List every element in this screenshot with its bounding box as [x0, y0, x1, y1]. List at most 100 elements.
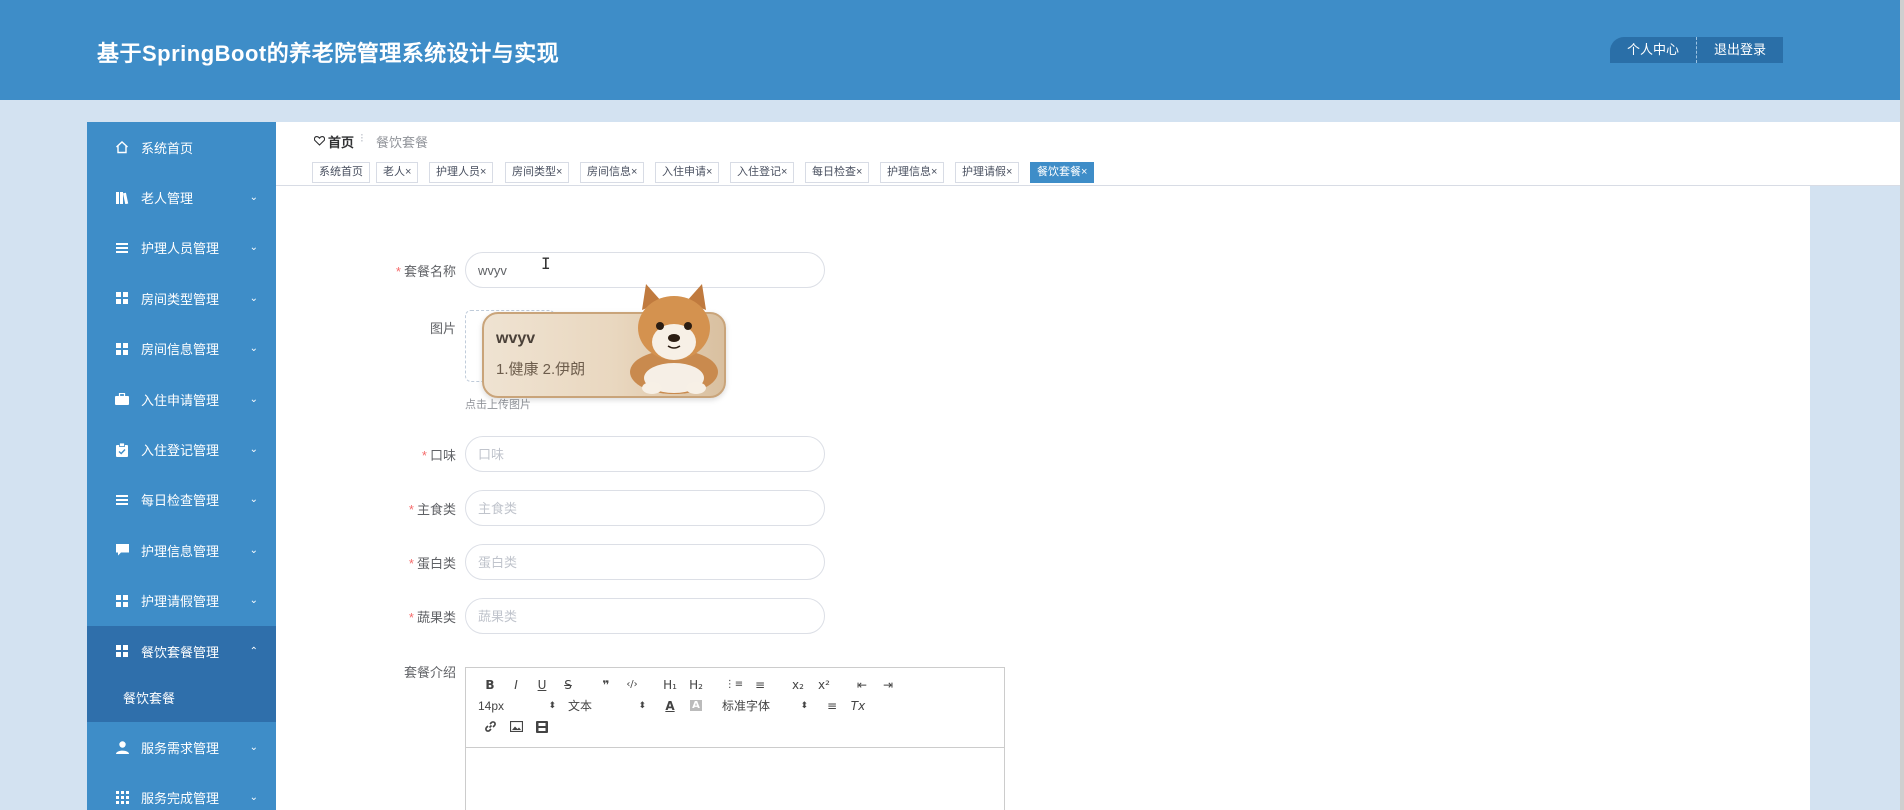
h1-button[interactable]: H₁ — [658, 675, 682, 695]
subscript-button[interactable]: x₂ — [786, 675, 810, 695]
code-button[interactable]: ‹/› — [620, 675, 644, 695]
list-icon — [115, 241, 129, 255]
sidebar-item-label: 服务完成管理 — [141, 791, 220, 807]
block-type-select[interactable]: 文本 ⬍ — [568, 696, 646, 716]
breadcrumb-current: 餐饮套餐 — [376, 135, 429, 150]
sidebar-item-meal-packages[interactable]: 餐饮套餐管理 ⌃ — [87, 625, 276, 677]
select-arrows-icon: ⬍ — [638, 700, 646, 710]
outdent-button[interactable]: ⇤ — [850, 675, 874, 695]
indent-button[interactable]: ⇥ — [876, 675, 900, 695]
select-arrows-icon: ⬍ — [800, 700, 808, 710]
logout-button[interactable]: 退出登录 — [1697, 37, 1784, 63]
form-content: *套餐名称 I 图片 点击上传图片 wvyv 1.健康 2.伊朗 — [276, 186, 1810, 810]
clear-format-button[interactable]: Tx — [846, 696, 870, 716]
sidebar-subitem-meal-package[interactable]: 餐饮套餐 — [87, 676, 276, 723]
grid-icon — [115, 342, 129, 356]
tag-checkin-registrations[interactable]: 入住登记× — [730, 162, 795, 183]
comment-icon — [115, 543, 129, 557]
veg-label: * 蔬果类 — [408, 610, 456, 625]
sidebar-item-checkin-registrations[interactable]: 入住登记管理 ⌄ — [87, 424, 276, 474]
sidebar-item-label: 房间类型管理 — [141, 291, 220, 307]
tag-meal-packages[interactable]: 餐饮套餐× — [1030, 162, 1095, 183]
chevron-down-icon: ⌄ — [249, 494, 258, 506]
sidebar-item-service-completions[interactable]: 服务完成管理 ⌄ — [87, 773, 276, 810]
clipboard-icon — [115, 442, 129, 457]
h2-button[interactable]: H₂ — [684, 675, 708, 695]
sidebar-item-elderly[interactable]: 老人管理 ⌄ — [87, 172, 276, 222]
package-name-label: * 套餐名称 — [395, 264, 456, 279]
toolbar-row-2: 14px ⬍ 文本 ⬍ A A 标准字体 ⬍ ≡ Tx — [478, 695, 994, 716]
font-size-select[interactable]: 14px ⬍ — [478, 696, 556, 716]
tag-system-home[interactable]: 系统首页 — [312, 162, 370, 183]
tag-nursing-info[interactable]: 护理信息× — [880, 162, 945, 183]
superscript-button[interactable]: x² — [812, 675, 836, 695]
sidebar: 系统首页 老人管理 ⌄ 护理人员管理 ⌄ 房间类型管理 ⌄ 房间信息管理 ⌄ 入… — [87, 122, 276, 810]
personal-center-button[interactable]: 个人中心 — [1610, 37, 1698, 63]
sidebar-item-nursing-leave[interactable]: 护理请假管理 ⌄ — [87, 576, 276, 626]
sidebar-item-home[interactable]: 系统首页 — [87, 122, 276, 172]
sidebar-item-label: 房间信息管理 — [141, 342, 220, 358]
tag-elderly[interactable]: 老人× — [376, 162, 419, 183]
rich-text-editor: B I U S ❞ ‹/› H₁ H₂ ⋮≡ ≡ x₂ x² ⇤ ⇥ 14px ⬍ — [465, 667, 1005, 810]
ime-candidate-popup: wvyv 1.健康 2.伊朗 — [482, 284, 726, 398]
sidebar-item-daily-checks[interactable]: 每日检查管理 ⌄ — [87, 475, 276, 525]
bullet-list-button[interactable]: ≡ — [748, 675, 772, 695]
veg-input[interactable] — [465, 598, 825, 634]
chevron-down-icon: ⌄ — [249, 343, 258, 355]
image-icon[interactable] — [504, 717, 528, 737]
video-icon[interactable] — [530, 717, 554, 737]
sidebar-item-label: 护理信息管理 — [141, 543, 220, 559]
align-button[interactable]: ≡ — [820, 696, 844, 716]
sidebar-item-label: 入住申请管理 — [141, 392, 220, 408]
tag-checkin-applications[interactable]: 入住申请× — [655, 162, 720, 183]
font-family-select[interactable]: 标准字体 ⬍ — [722, 696, 808, 716]
upload-tip: 点击上传图片 — [465, 399, 531, 411]
image-label: 图片 — [429, 321, 456, 336]
header-actions: 个人中心 退出登录 — [1610, 37, 1784, 63]
italic-button[interactable]: I — [504, 675, 528, 695]
toolbar-row-3 — [478, 716, 994, 737]
chevron-up-icon: ⌃ — [249, 645, 258, 657]
link-icon[interactable] — [478, 717, 502, 737]
user-icon — [115, 740, 129, 754]
underline-button[interactable]: U — [530, 675, 554, 695]
select-arrows-icon: ⬍ — [548, 700, 556, 710]
sidebar-item-room-types[interactable]: 房间类型管理 ⌄ — [87, 273, 276, 323]
protein-input[interactable] — [465, 544, 825, 580]
heart-icon — [313, 134, 326, 149]
chevron-down-icon: ⌄ — [249, 192, 258, 204]
tag-nurses[interactable]: 护理人员× — [429, 162, 494, 183]
quote-button[interactable]: ❞ — [594, 675, 618, 695]
intro-label: 套餐介绍 — [403, 665, 456, 680]
grid-icon — [115, 791, 129, 805]
sidebar-item-service-requests[interactable]: 服务需求管理 ⌄ — [87, 722, 276, 772]
sidebar-item-rooms[interactable]: 房间信息管理 ⌄ — [87, 324, 276, 374]
sidebar-item-nurses[interactable]: 护理人员管理 ⌄ — [87, 223, 276, 273]
breadcrumb-home[interactable]: 首页 — [313, 132, 354, 151]
tag-room-info[interactable]: 房间信息× — [580, 162, 645, 183]
staple-input[interactable] — [465, 490, 825, 526]
list-icon — [115, 493, 129, 507]
bold-button[interactable]: B — [478, 675, 502, 695]
protein-label: * 蛋白类 — [408, 556, 456, 571]
taste-input[interactable] — [465, 436, 825, 472]
tag-room-types[interactable]: 房间类型× — [505, 162, 570, 183]
main-area: 首页 ⁝ 餐饮套餐 系统首页 老人× 护理人员× 房间类型× 房间信息× 入住申… — [276, 122, 1900, 810]
sidebar-item-label: 老人管理 — [141, 191, 194, 207]
background-color-button[interactable]: A — [684, 696, 708, 716]
grid-icon — [115, 644, 129, 658]
window-scrollbar[interactable] — [1900, 0, 1904, 810]
ordered-list-button[interactable]: ⋮≡ — [722, 675, 746, 695]
tag-nursing-leave[interactable]: 护理请假× — [955, 162, 1020, 183]
sidebar-item-nursing-info[interactable]: 护理信息管理 ⌄ — [87, 525, 276, 575]
strike-button[interactable]: S — [556, 675, 580, 695]
ime-composition: wvyv — [496, 330, 536, 347]
tags-view: 系统首页 老人× 护理人员× 房间类型× 房间信息× 入住申请× 入住登记× 每… — [276, 160, 1900, 186]
sidebar-item-checkin-applications[interactable]: 入住申请管理 ⌄ — [87, 374, 276, 424]
grid-icon — [115, 594, 129, 608]
ime-candidates[interactable]: 1.健康 2.伊朗 — [496, 358, 585, 379]
tag-daily-checks[interactable]: 每日检查× — [805, 162, 870, 183]
sidebar-item-label: 服务需求管理 — [141, 740, 220, 756]
sidebar-item-label: 每日检查管理 — [141, 493, 220, 509]
text-color-button[interactable]: A — [658, 696, 682, 716]
